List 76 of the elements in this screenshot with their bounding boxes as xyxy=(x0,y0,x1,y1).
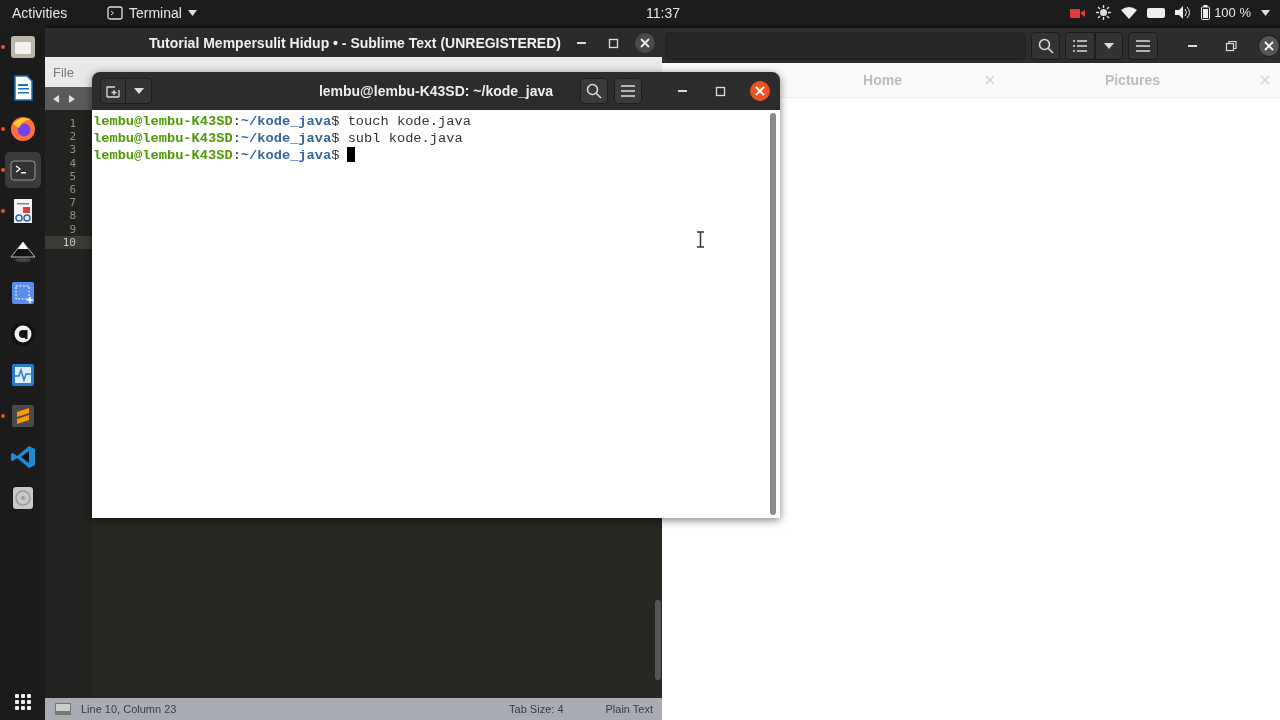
prompt-path: ~/kode_java xyxy=(240,148,332,163)
new-tab-icon xyxy=(106,84,120,98)
prompt-separator: : xyxy=(232,131,241,146)
caret-icon xyxy=(187,9,197,16)
tag-icon xyxy=(1147,6,1166,19)
prompt-user: lembu@lembu-K43SD xyxy=(93,114,233,129)
menu-button[interactable] xyxy=(1128,31,1158,60)
volume-icon xyxy=(1175,6,1192,19)
terminal-icon xyxy=(107,5,123,20)
close-button[interactable] xyxy=(750,81,770,101)
maximize-icon xyxy=(714,85,726,97)
folder-icon xyxy=(8,33,37,61)
terminal-command: $ touch kode.java xyxy=(331,114,471,129)
arrows-icon[interactable] xyxy=(53,93,75,104)
tab-size[interactable]: Tab Size: 4 xyxy=(509,703,564,715)
text-pointer-icon xyxy=(696,231,705,248)
search-icon xyxy=(586,83,602,99)
terminal-command: $ xyxy=(331,148,340,163)
menu-icon xyxy=(621,85,635,97)
ring-icon xyxy=(8,320,37,348)
battery-reading: 100 % xyxy=(1214,5,1251,20)
scrollbar-thumb[interactable] xyxy=(655,600,661,680)
prompt-user: lembu@lembu-K43SD xyxy=(93,148,233,163)
prompt-path: ~/kode_java xyxy=(240,114,332,129)
search-button[interactable] xyxy=(580,78,608,104)
prompt-separator: : xyxy=(232,148,241,163)
line-number: 9 xyxy=(68,222,77,236)
battery-icon xyxy=(1201,5,1211,20)
prompt-user: lembu@lembu-K43SD xyxy=(93,131,233,146)
scrollbar-thumb[interactable] xyxy=(770,113,776,515)
line-number: 7 xyxy=(68,196,77,210)
close-button[interactable] xyxy=(635,32,655,53)
wifi-icon xyxy=(1121,6,1138,19)
activities-button[interactable]: Activities xyxy=(12,4,102,21)
chevron-icon xyxy=(8,443,37,471)
menu-icon xyxy=(1136,39,1151,52)
prompt-path: ~/kode_java xyxy=(240,131,332,146)
tab-menu-button[interactable] xyxy=(126,78,152,104)
line-number: 8 xyxy=(68,209,77,223)
minimize-icon xyxy=(677,90,687,92)
line-number: 4 xyxy=(68,156,77,170)
minimize-icon xyxy=(576,41,586,44)
caret-icon[interactable] xyxy=(1261,9,1270,16)
line-number: 1 xyxy=(68,117,77,131)
window-title: Tutorial Mempersulit Hidup • - Sublime Text (UNREGISTERED) xyxy=(149,34,561,51)
grid-icon[interactable] xyxy=(14,694,31,710)
panel-icon[interactable] xyxy=(55,703,71,715)
dock-item[interactable] xyxy=(4,152,41,188)
terminal-command: $ subl kode.java xyxy=(331,131,463,146)
restore-icon xyxy=(1225,39,1238,52)
line-number: 5 xyxy=(68,169,77,183)
syntax-mode[interactable]: Plain Text xyxy=(605,703,653,715)
app-menu[interactable]: Terminal xyxy=(103,4,201,21)
minimize-icon xyxy=(1188,44,1198,47)
camera-icon xyxy=(1070,6,1087,19)
clock[interactable]: 11:37 xyxy=(640,4,686,21)
window-title: lembu@lembu-K43SD: ~/kode_java xyxy=(317,83,555,99)
line-number: 6 xyxy=(68,182,77,197)
line-number: 2 xyxy=(68,130,77,144)
search-button[interactable] xyxy=(1030,31,1061,60)
brightness-icon xyxy=(1096,5,1112,20)
view-button[interactable] xyxy=(1065,31,1096,60)
list-icon xyxy=(1073,39,1088,52)
view-options-button[interactable] xyxy=(1095,31,1124,60)
line-number: 10 xyxy=(45,235,92,249)
search-icon xyxy=(1037,37,1054,54)
menu-item[interactable]: File xyxy=(45,64,82,80)
caret-icon xyxy=(1104,42,1115,49)
prompt-separator: : xyxy=(232,114,241,129)
maximize-icon xyxy=(607,36,619,49)
new-tab-button[interactable] xyxy=(100,78,126,104)
line-number: 3 xyxy=(68,143,77,157)
close-button[interactable] xyxy=(1258,34,1280,57)
cursor-position[interactable]: Line 10, Column 23 xyxy=(81,703,177,715)
globe-icon xyxy=(8,115,37,143)
menu-button[interactable] xyxy=(614,78,642,104)
